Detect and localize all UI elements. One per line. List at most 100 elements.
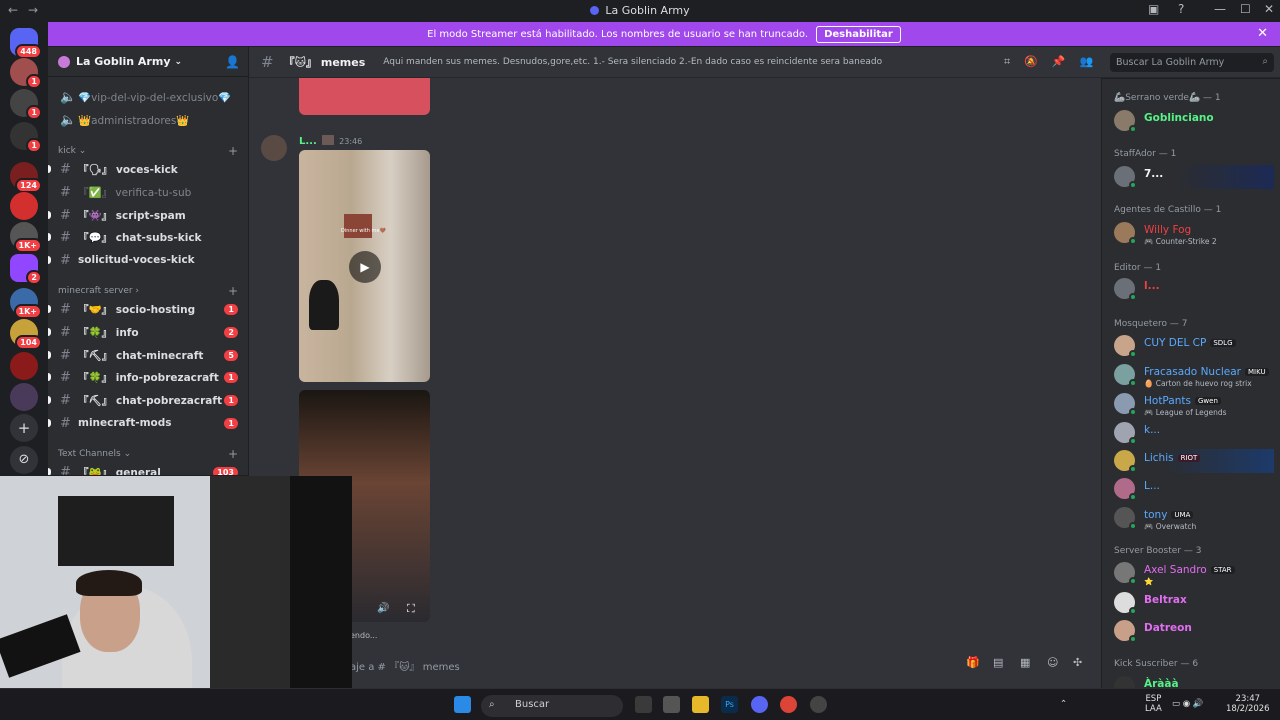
- channel-voice[interactable]: 🔈 💎vip-del-vip-del-exclusivo💎: [56, 87, 242, 107]
- status-indicator: [1129, 635, 1137, 643]
- channel-item[interactable]: # 『🗣』 voces-kick: [48, 159, 242, 179]
- status-indicator: [1129, 350, 1137, 358]
- server-icon[interactable]: 104: [10, 319, 42, 350]
- windows-start-icon[interactable]: [454, 696, 471, 713]
- unread-indicator: [48, 305, 51, 313]
- chrome-icon[interactable]: [780, 696, 797, 713]
- typing-indicator: endo...: [350, 631, 378, 640]
- members-icon[interactable]: 👥: [1080, 55, 1108, 68]
- chat-area: L... 23:46 Dinner with me🤎 ▶ 🔊 ⛶ endo...: [249, 47, 1101, 698]
- photoshop-icon[interactable]: Ps: [721, 696, 738, 713]
- disable-button[interactable]: Deshabilitar: [816, 25, 901, 43]
- discord-icon[interactable]: [751, 696, 768, 713]
- inbox-icon[interactable]: ▣: [1148, 2, 1159, 16]
- server-header[interactable]: La Goblin Army ⌄ 👤: [48, 47, 248, 77]
- member-item[interactable]: CUY DEL CP SDLG: [1114, 334, 1274, 358]
- channel-item[interactable]: # 『🍀』 info 2: [48, 322, 242, 342]
- channel-item[interactable]: # solicitud-voces-kick: [48, 250, 242, 270]
- threads-icon[interactable]: ⌗: [1004, 55, 1024, 68]
- member-item[interactable]: Willy Fog 🎮 Counter-Strike 2: [1114, 221, 1274, 246]
- add-channel-icon[interactable]: +: [228, 144, 238, 158]
- member-item[interactable]: k...: [1114, 421, 1274, 445]
- channel-item[interactable]: # 『🍀』 info-pobrezacraft 1: [48, 367, 242, 387]
- server-icon[interactable]: 1: [10, 122, 42, 153]
- sticker-icon[interactable]: ▦: [1020, 656, 1030, 669]
- add-channel-icon[interactable]: +: [228, 284, 238, 298]
- server-icon[interactable]: 1: [10, 89, 42, 120]
- channel-item[interactable]: # 『⛏』 chat-minecraft 5: [48, 345, 242, 365]
- tray-overflow-icon[interactable]: ⌃: [1060, 699, 1067, 709]
- mute-icon[interactable]: 🔕: [1024, 55, 1052, 68]
- clock[interactable]: 23:47 18/2/2026: [1226, 694, 1270, 714]
- play-icon[interactable]: ▶: [349, 251, 381, 283]
- server-icon[interactable]: 124: [10, 162, 42, 193]
- member-item[interactable]: 7...: [1114, 165, 1274, 189]
- wall-frame: [344, 214, 372, 238]
- help-icon[interactable]: ?: [1178, 2, 1184, 16]
- maximize-button[interactable]: ☐: [1240, 2, 1251, 16]
- server-icon[interactable]: 1: [10, 58, 42, 89]
- category-minecraft[interactable]: minecraft server › +: [58, 284, 238, 298]
- hash-icon: #: [60, 464, 71, 476]
- avatar: [1114, 620, 1137, 643]
- avatar: [1114, 222, 1137, 245]
- category-text-channels[interactable]: Text Channels ⌄ +: [58, 447, 238, 461]
- member-item[interactable]: Goblinciano: [1114, 109, 1274, 133]
- server-icon[interactable]: [10, 352, 38, 380]
- member-item[interactable]: Axel Sandro STAR ⭐: [1114, 561, 1274, 586]
- emoji-icon[interactable]: ☺: [1047, 656, 1058, 669]
- channel-item[interactable]: # minecraft-mods 1: [48, 413, 242, 433]
- member-item[interactable]: Fracasado Nuclear MIKU 🥚 Carton de huevo r…: [1114, 363, 1274, 388]
- task-view-icon[interactable]: [635, 696, 652, 713]
- minimize-button[interactable]: —: [1214, 2, 1226, 16]
- language-indicator[interactable]: ESP LAA: [1145, 694, 1162, 714]
- member-item[interactable]: Datreon: [1114, 619, 1274, 643]
- apps-icon[interactable]: ✣: [1073, 656, 1082, 669]
- gift-icon[interactable]: 🎁: [966, 656, 980, 669]
- member-item[interactable]: L...: [1114, 477, 1274, 501]
- close-banner-icon[interactable]: ✕: [1257, 26, 1268, 41]
- message-composer[interactable]: aje a # 『🐱』 memes 🎁 ▤ ▦ ☺ ✣: [350, 652, 1095, 676]
- channel-item[interactable]: # 『🐸』 general 103: [48, 462, 242, 476]
- member-item[interactable]: tony UMA 🎮 Overwatch: [1114, 506, 1274, 531]
- channel-item[interactable]: # 『⛏』 chat-pobrezacraft 1: [48, 390, 242, 410]
- channel-topic[interactable]: Aqui manden sus memes. Desnudos,gore,etc…: [383, 57, 882, 67]
- member-group-title: Agentes de Castillo — 1: [1114, 205, 1222, 215]
- add-server-icon[interactable]: +: [10, 414, 38, 442]
- explore-icon[interactable]: ⊘: [10, 446, 38, 474]
- guild-badge: 2: [26, 270, 42, 285]
- server-icon[interactable]: [10, 192, 38, 220]
- direct-messages-button[interactable]: 448: [10, 28, 42, 59]
- channel-voice[interactable]: 🔈 👑administradores👑: [56, 110, 242, 130]
- avatar[interactable]: [261, 135, 287, 161]
- volume-icon[interactable]: 🔊: [377, 603, 389, 614]
- video-attachment[interactable]: Dinner with me🤎 ▶: [299, 150, 430, 382]
- guild-badge: 1K+: [13, 304, 42, 319]
- channel-item[interactable]: # 『🤝』 socio-hosting 1: [48, 299, 242, 319]
- member-item[interactable]: HotPants Gwen 🎮 League of Legends: [1114, 392, 1274, 417]
- member-item[interactable]: Beltrax: [1114, 591, 1274, 615]
- channel-item[interactable]: # 『💬』 chat-subs-kick: [48, 227, 242, 247]
- pin-icon[interactable]: 📌: [1052, 55, 1080, 68]
- channel-item[interactable]: # 『👾』 script-spam: [48, 205, 242, 225]
- app-icon[interactable]: [810, 696, 827, 713]
- member-item[interactable]: l...: [1114, 277, 1274, 301]
- fullscreen-icon[interactable]: ⛶: [407, 602, 415, 616]
- file-explorer-icon[interactable]: [692, 696, 709, 713]
- add-member-icon[interactable]: 👤: [225, 55, 240, 69]
- network-volume-icons[interactable]: ▭ ◉ 🔊: [1172, 699, 1203, 709]
- server-icon[interactable]: 2: [10, 254, 42, 285]
- category-kick[interactable]: kick ⌄ +: [58, 144, 238, 158]
- search-input[interactable]: Buscar La Goblin Army ⌕: [1110, 53, 1274, 72]
- app-icon[interactable]: [663, 696, 680, 713]
- taskbar-search[interactable]: ⌕ Buscar: [481, 695, 623, 717]
- add-channel-icon[interactable]: +: [228, 447, 238, 461]
- server-icon[interactable]: 1K+: [10, 222, 42, 253]
- server-icon[interactable]: [10, 383, 38, 411]
- server-icon[interactable]: 1K+: [10, 288, 42, 319]
- channel-item[interactable]: # 『✅』 verifica-tu-sub: [56, 182, 242, 202]
- member-item[interactable]: Lichis RIOT: [1114, 449, 1274, 473]
- close-window-button[interactable]: ✕: [1264, 2, 1274, 16]
- gif-icon[interactable]: ▤: [993, 656, 1003, 669]
- message-author[interactable]: L...: [299, 136, 317, 147]
